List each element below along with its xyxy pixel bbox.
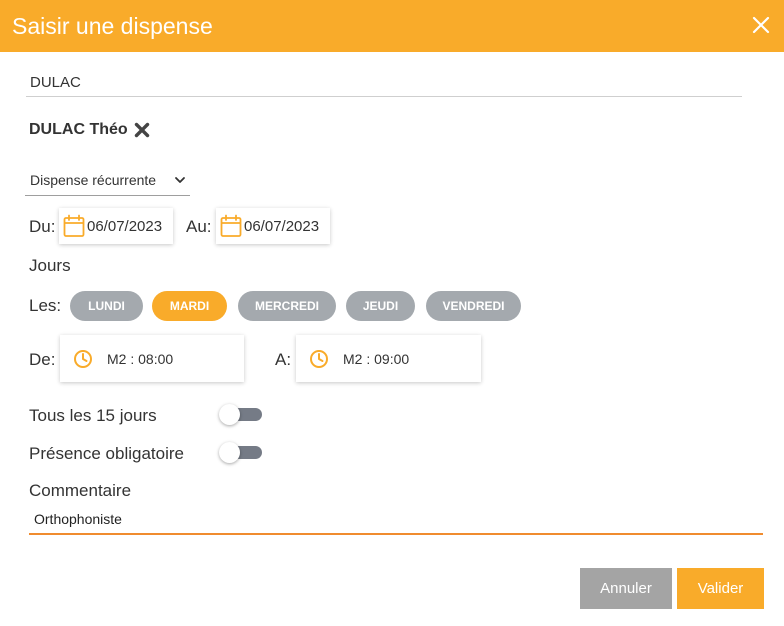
to-time-value: M2 : 09:00 — [343, 350, 410, 367]
from-time-label: De: — [29, 350, 56, 369]
calendar-icon — [220, 214, 242, 238]
day-pill-mardi[interactable]: MARDI — [152, 291, 227, 321]
toggle-knob — [219, 442, 240, 463]
validate-button[interactable]: Valider — [677, 568, 764, 609]
comment-input[interactable] — [29, 505, 763, 535]
to-date-picker[interactable]: 06/07/2023 — [216, 208, 330, 244]
day-pill-jeudi[interactable]: JEUDI — [346, 291, 415, 321]
to-date-value: 06/07/2023 — [244, 217, 320, 235]
selected-student: DULAC Théo — [29, 121, 150, 139]
clock-icon — [73, 349, 93, 369]
biweekly-toggle[interactable] — [219, 403, 263, 425]
chevron-down-icon — [174, 173, 186, 185]
from-date-label: Du: — [29, 217, 56, 236]
toggle-knob — [219, 404, 240, 425]
comment-label: Commentaire — [29, 481, 132, 500]
cancel-button[interactable]: Annuler — [580, 568, 672, 609]
student-name: DULAC Théo — [29, 121, 128, 138]
from-time-value: M2 : 08:00 — [107, 350, 174, 367]
from-date-picker[interactable]: 06/07/2023 — [59, 208, 173, 244]
dispense-type-select[interactable]: Dispense récurrente — [25, 164, 190, 196]
remove-x-icon[interactable] — [134, 122, 150, 138]
dispense-type-value: Dispense récurrente — [30, 171, 157, 188]
attendance-toggle[interactable] — [219, 441, 263, 463]
to-date-label: Au: — [186, 217, 212, 236]
day-pill-lundi[interactable]: LUNDI — [70, 291, 143, 321]
attendance-label: Présence obligatoire — [29, 444, 184, 463]
day-pill-vendredi[interactable]: VENDREDI — [426, 291, 521, 321]
clock-icon — [309, 349, 329, 369]
from-time-picker[interactable]: M2 : 08:00 — [60, 335, 244, 382]
to-time-picker[interactable]: M2 : 09:00 — [296, 335, 481, 382]
calendar-icon — [63, 214, 85, 238]
to-time-label: A: — [275, 350, 292, 369]
day-pill-mercredi[interactable]: MERCREDI — [238, 291, 336, 321]
dialog-header: Saisir une dispense — [0, 0, 784, 52]
from-date-value: 06/07/2023 — [87, 217, 163, 235]
close-icon[interactable] — [748, 12, 774, 38]
days-heading: Jours — [29, 256, 71, 275]
days-label: Les: — [29, 296, 62, 315]
dialog-title: Saisir une dispense — [12, 12, 213, 39]
student-search-input[interactable] — [26, 68, 742, 97]
biweekly-label: Tous les 15 jours — [29, 406, 157, 425]
